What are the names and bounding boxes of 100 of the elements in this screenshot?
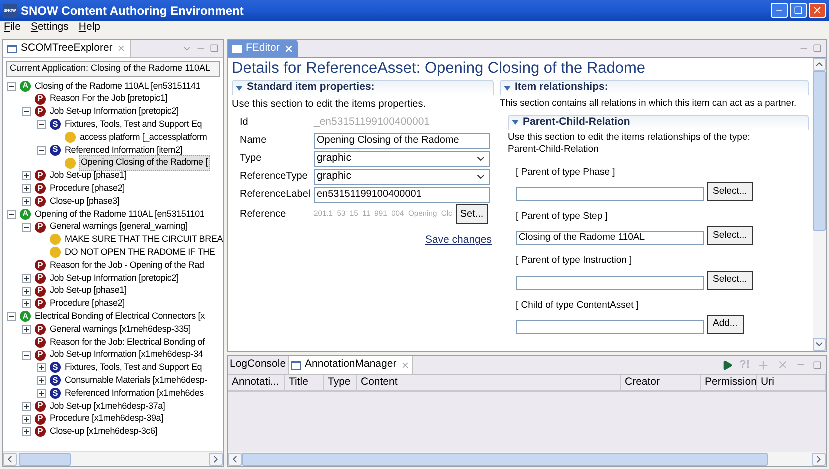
column-header[interactable]: Creator xyxy=(621,375,701,390)
scroll-right-icon[interactable] xyxy=(209,452,223,466)
expand-toggle[interactable] xyxy=(22,184,31,194)
section-header[interactable]: Item relationships: xyxy=(500,80,809,95)
expand-toggle[interactable] xyxy=(22,299,31,308)
tree-item[interactable]: Close-up [phase3] xyxy=(49,194,121,208)
panel-tab[interactable]: AnnotationManager xyxy=(288,356,413,374)
expand-toggle[interactable] xyxy=(22,402,31,411)
collapse-toggle[interactable] xyxy=(22,222,31,232)
collapse-toggle[interactable] xyxy=(37,120,46,130)
node-icon: P xyxy=(35,298,46,310)
node-icon: S xyxy=(50,388,61,400)
field-label: Reference xyxy=(240,208,288,222)
maximize-button[interactable] xyxy=(790,3,807,18)
tree-item[interactable]: Job Set-up Information [x1meh6desp-34 xyxy=(49,348,204,362)
column-header[interactable]: Type xyxy=(324,375,357,390)
run-icon[interactable] xyxy=(722,360,733,370)
set-button[interactable]: Set... xyxy=(456,204,488,224)
horizontal-scrollbar[interactable] xyxy=(3,451,223,466)
column-header[interactable]: Permission xyxy=(701,375,757,390)
dropdown-field[interactable]: graphic xyxy=(314,150,490,166)
collapse-toggle[interactable] xyxy=(7,210,16,219)
expand-toggle[interactable] xyxy=(37,389,46,398)
collapse-toggle[interactable] xyxy=(22,107,31,116)
relation-field[interactable] xyxy=(516,320,704,334)
tree-item[interactable]: Procedure [phase2] xyxy=(49,297,126,311)
tree-item[interactable]: Fixtures, Tools, Test and Support Eq xyxy=(64,118,204,132)
column-header[interactable]: Uri xyxy=(757,375,826,390)
tree-item[interactable]: Opening Closing of the Radome [ xyxy=(79,155,210,171)
menu-item[interactable]: File xyxy=(4,20,21,36)
expand-toggle[interactable] xyxy=(22,414,31,424)
expand-toggle[interactable] xyxy=(22,286,31,296)
tree-item[interactable]: Referenced Information [item2] xyxy=(64,144,184,158)
minimize-button[interactable] xyxy=(771,3,788,18)
expand-toggle[interactable] xyxy=(37,376,46,386)
tree-item[interactable]: MAKE SURE THAT THE CIRCUIT BREA xyxy=(64,233,223,247)
column-header[interactable]: Annotati... xyxy=(228,375,285,390)
select-button[interactable]: Select... xyxy=(707,270,754,290)
save-changes-link[interactable]: Save changes xyxy=(425,233,492,249)
tree-item[interactable]: General warnings [x1meh6desp-335] xyxy=(49,322,192,336)
tree-item[interactable]: Reason For the Job [pretopic1] xyxy=(49,92,169,106)
tree-item[interactable]: Job Set-up [phase1] xyxy=(49,284,128,298)
plus-icon xyxy=(23,198,30,206)
section-header[interactable]: Standard item properties: xyxy=(232,80,494,95)
select-button[interactable]: Select... xyxy=(707,226,754,246)
collapse-toggle[interactable] xyxy=(7,312,16,322)
tree-item[interactable]: access platform [_accessplatform xyxy=(79,130,208,144)
scroll-down-icon[interactable] xyxy=(813,338,826,351)
tree-item[interactable]: Reason for the Job - Opening of the Rad xyxy=(49,258,206,272)
panel-tab[interactable]: LogConsole xyxy=(228,356,288,374)
tree-item[interactable]: DO NOT OPEN THE RADOME IF THE xyxy=(64,246,216,260)
close-icon[interactable] xyxy=(284,44,294,54)
node-icon: P xyxy=(35,414,46,425)
tree-item[interactable]: Job Set-up Information [pretopic2] xyxy=(49,105,180,119)
tree-item[interactable]: Procedure [phase2] xyxy=(49,182,126,196)
tree-item[interactable]: Reason for the Job: Electrical Bonding of xyxy=(49,336,206,350)
tree-item[interactable]: Consumable Materials [x1meh6desp- xyxy=(64,374,208,388)
column-header[interactable]: Content xyxy=(357,375,621,390)
expand-toggle[interactable] xyxy=(22,197,31,206)
collapse-toggle[interactable] xyxy=(22,350,31,360)
vertical-scrollbar[interactable] xyxy=(813,58,826,351)
expand-toggle[interactable] xyxy=(37,363,46,372)
collapse-toggle[interactable] xyxy=(7,82,16,91)
expand-toggle[interactable] xyxy=(22,274,31,283)
expand-toggle[interactable] xyxy=(22,171,31,180)
explorer-tab[interactable]: SCOMTreeExplorer xyxy=(3,40,131,57)
collapse-toggle[interactable] xyxy=(37,146,46,155)
tree-item[interactable]: Referenced Information [x1meh6des xyxy=(64,386,205,400)
node-icon: P xyxy=(35,260,46,272)
relation-field[interactable] xyxy=(516,276,704,290)
tree-item[interactable]: Job Set-up Information [pretopic2] xyxy=(49,272,180,286)
menu-item[interactable]: Help xyxy=(78,20,100,36)
tree-item[interactable]: Job Set-up [phase1] xyxy=(49,169,128,183)
relation-field[interactable]: Closing of the Radome 110AL xyxy=(516,231,704,246)
select-button[interactable]: Add... xyxy=(707,314,744,334)
plus-icon xyxy=(23,428,30,436)
tree-item[interactable]: Job Set-up [x1meh6desp-37a] xyxy=(49,400,166,414)
dropdown-field[interactable]: graphic xyxy=(314,168,490,184)
text-field[interactable]: en53151199100400001 xyxy=(314,186,490,202)
close-icon[interactable] xyxy=(400,360,410,370)
close-button[interactable] xyxy=(809,3,826,18)
menu-item[interactable]: Settings xyxy=(30,20,69,36)
tree-item[interactable]: Close-up [x1meh6desp-3c6] xyxy=(49,425,159,439)
expand-toggle[interactable] xyxy=(22,427,31,436)
scroll-left-icon[interactable] xyxy=(3,452,17,466)
scroll-right-icon[interactable] xyxy=(812,452,826,466)
horizontal-scrollbar[interactable] xyxy=(228,452,826,466)
section-header[interactable]: Parent-Child-Relation xyxy=(508,114,809,130)
column-header[interactable]: Title xyxy=(285,375,324,390)
expand-toggle[interactable] xyxy=(22,325,31,334)
tree-item[interactable]: Electrical Bonding of Electrical Connectors [x xyxy=(34,310,206,324)
close-icon[interactable] xyxy=(116,44,126,53)
tree-item[interactable]: Closing of the Radome 110AL [en53151141 xyxy=(34,80,202,94)
tree-item[interactable]: Fixtures, Tools, Test and Support Eq xyxy=(64,361,204,375)
tree-item[interactable]: General warnings [general_warning] xyxy=(49,220,189,234)
tree-item[interactable]: Procedure [x1meh6desp-39a] xyxy=(49,412,164,426)
select-button[interactable]: Select... xyxy=(707,182,754,202)
text-field[interactable]: Opening Closing of the Radome xyxy=(314,132,490,148)
tree-item[interactable]: Opening of the Radome 110AL [en53151101 xyxy=(34,208,206,222)
relation-field[interactable] xyxy=(516,187,704,202)
